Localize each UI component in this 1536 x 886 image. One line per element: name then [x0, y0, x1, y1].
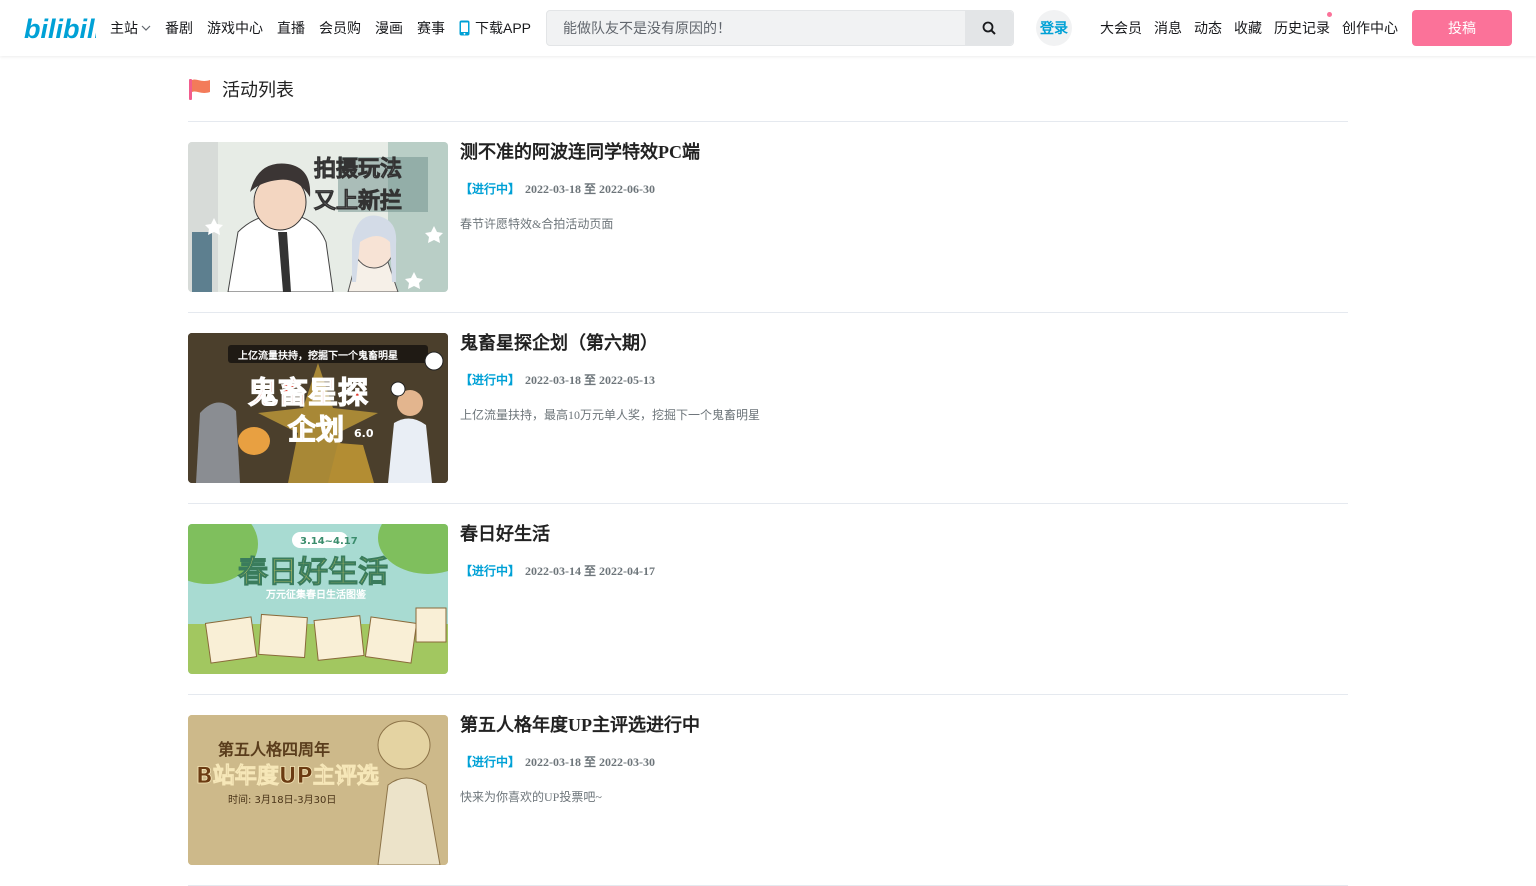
nav-favorites[interactable]: 收藏: [1234, 18, 1262, 38]
upload-button[interactable]: 投稿: [1412, 10, 1512, 46]
nav-creator-center[interactable]: 创作中心: [1342, 18, 1398, 38]
activity-description: 春节许愿特效&合拍活动页面: [460, 217, 614, 231]
svg-text:上亿流量扶持，挖掘下一个鬼畜明星: 上亿流量扶持，挖掘下一个鬼畜明星: [238, 349, 398, 362]
activity-description: 快来为你喜欢的UP投票吧~: [460, 790, 602, 804]
date-separator: 至: [584, 755, 597, 769]
date-separator: 至: [584, 373, 597, 387]
activity-thumbnail[interactable]: 拍摄玩法 又上新拦: [188, 142, 448, 292]
status-badge: 【进行中】: [460, 182, 521, 196]
activity-info: 第五人格年度UP主评选进行中 【进行中】 2022-03-18 至 2022-0…: [460, 715, 700, 805]
nav-member-shop[interactable]: 会员购: [319, 18, 361, 38]
page-title: 活动列表: [222, 79, 294, 100]
search-input[interactable]: [547, 11, 965, 45]
status-badge: 【进行中】: [460, 564, 521, 578]
thumbnail-image: 上亿流量扶持，挖掘下一个鬼畜明星 鬼畜星探 企划 6.0: [188, 333, 448, 483]
start-date: 2022-03-18: [525, 182, 582, 196]
activity-meta: 【进行中】 2022-03-14 至 2022-04-17: [460, 562, 655, 579]
activity-thumbnail[interactable]: 上亿流量扶持，挖掘下一个鬼畜明星 鬼畜星探 企划 6.0: [188, 333, 448, 483]
status-badge: 【进行中】: [460, 755, 521, 769]
end-date: 2022-04-17: [599, 564, 656, 578]
svg-text:B站年度UP主评选: B站年度UP主评选: [196, 763, 379, 789]
end-date: 2022-06-30: [599, 182, 656, 196]
flag-icon: [189, 78, 210, 100]
nav-esports[interactable]: 赛事: [417, 18, 445, 38]
activity-title[interactable]: 测不准的阿波连同学特效PC端: [460, 142, 700, 162]
start-date: 2022-03-18: [525, 373, 582, 387]
nav-dynamics[interactable]: 动态: [1194, 18, 1222, 38]
svg-text:春日好生活: 春日好生活: [238, 555, 388, 590]
activity-title[interactable]: 春日好生活: [460, 524, 655, 544]
list-item: 3.14~4.17 春日好生活 万元征集春日生活图鉴 春日好生活 【进行中】 2…: [188, 504, 1348, 695]
thumbnail-image: 拍摄玩法 又上新拦: [188, 142, 448, 292]
nav-messages[interactable]: 消息: [1154, 18, 1182, 38]
svg-text:时间: 3月18日-3月30日: 时间: 3月18日-3月30日: [228, 793, 336, 806]
activity-meta: 【进行中】 2022-03-18 至 2022-05-13: [460, 371, 760, 388]
nav-anime[interactable]: 番剧: [165, 18, 193, 38]
chevron-down-icon: [141, 25, 151, 31]
svg-text:又上新拦: 又上新拦: [314, 188, 402, 214]
activity-meta: 【进行中】 2022-03-18 至 2022-03-30: [460, 753, 700, 770]
phone-icon: [459, 20, 470, 36]
status-badge: 【进行中】: [460, 373, 521, 387]
search-button[interactable]: [965, 11, 1013, 45]
activity-title[interactable]: 鬼畜星探企划（第六期）: [460, 333, 760, 353]
svg-text:3.14~4.17: 3.14~4.17: [300, 536, 358, 547]
bilibili-logo[interactable]: bilibili: [24, 12, 96, 44]
list-item: 第五人格四周年 B站年度UP主评选 时间: 3月18日-3月30日 第五人格年度…: [188, 695, 1348, 886]
notification-dot: [1327, 12, 1332, 17]
svg-text:企划: 企划: [288, 413, 344, 446]
activity-list: 拍摄玩法 又上新拦 测不准的阿波连同学特效PC端 【进行中】 2022-03-1…: [188, 122, 1348, 886]
start-date: 2022-03-14: [525, 564, 582, 578]
nav-left: 主站 番剧 游戏中心 直播 会员购 漫画 赛事 下载APP: [110, 0, 545, 56]
svg-text:万元征集春日生活图鉴: 万元征集春日生活图鉴: [265, 588, 367, 601]
start-date: 2022-03-18: [525, 755, 582, 769]
nav-game-center[interactable]: 游戏中心: [207, 18, 263, 38]
nav-history[interactable]: 历史记录: [1274, 12, 1332, 38]
thumbnail-image: 3.14~4.17 春日好生活 万元征集春日生活图鉴: [188, 524, 448, 674]
svg-text:第五人格四周年: 第五人格四周年: [218, 740, 330, 759]
nav-download-app[interactable]: 下载APP: [459, 18, 531, 38]
activity-title[interactable]: 第五人格年度UP主评选进行中: [460, 715, 700, 735]
activity-info: 鬼畜星探企划（第六期） 【进行中】 2022-03-18 至 2022-05-1…: [460, 333, 760, 423]
top-header: bilibili 主站 番剧 游戏中心 直播 会员购 漫画 赛事 下载APP 登…: [0, 0, 1536, 56]
list-item: 上亿流量扶持，挖掘下一个鬼畜明星 鬼畜星探 企划 6.0 鬼畜星探企划（第六期）…: [188, 313, 1348, 504]
list-item: 拍摄玩法 又上新拦 测不准的阿波连同学特效PC端 【进行中】 2022-03-1…: [188, 122, 1348, 313]
nav-main-station[interactable]: 主站: [110, 18, 151, 38]
thumbnail-image: 第五人格四周年 B站年度UP主评选 时间: 3月18日-3月30日: [188, 715, 448, 865]
date-separator: 至: [584, 182, 597, 196]
activity-thumbnail[interactable]: 第五人格四周年 B站年度UP主评选 时间: 3月18日-3月30日: [188, 715, 448, 865]
activity-info: 测不准的阿波连同学特效PC端 【进行中】 2022-03-18 至 2022-0…: [460, 142, 700, 232]
page-header: 活动列表: [188, 72, 1348, 122]
end-date: 2022-05-13: [599, 373, 656, 387]
activity-description: 上亿流量扶持，最高10万元单人奖，挖掘下一个鬼畜明星: [460, 408, 761, 422]
activity-meta: 【进行中】 2022-03-18 至 2022-06-30: [460, 180, 700, 197]
activity-info: 春日好生活 【进行中】 2022-03-14 至 2022-04-17: [460, 524, 655, 597]
search-box: [546, 10, 1014, 46]
svg-text:6.0: 6.0: [354, 427, 374, 440]
activity-thumbnail[interactable]: 3.14~4.17 春日好生活 万元征集春日生活图鉴: [188, 524, 448, 674]
nav-manga[interactable]: 漫画: [375, 18, 403, 38]
svg-text:鬼畜星探: 鬼畜星探: [248, 376, 368, 411]
svg-text:bilibili: bilibili: [24, 14, 96, 44]
nav-vip[interactable]: 大会员: [1100, 18, 1142, 38]
nav-right: 大会员 消息 动态 收藏 历史记录 创作中心: [1100, 0, 1410, 56]
svg-text:拍摄玩法: 拍摄玩法: [314, 156, 402, 182]
nav-live[interactable]: 直播: [277, 18, 305, 38]
login-button[interactable]: 登录: [1036, 10, 1072, 46]
end-date: 2022-03-30: [599, 755, 656, 769]
search-icon: [982, 21, 996, 35]
date-separator: 至: [584, 564, 597, 578]
